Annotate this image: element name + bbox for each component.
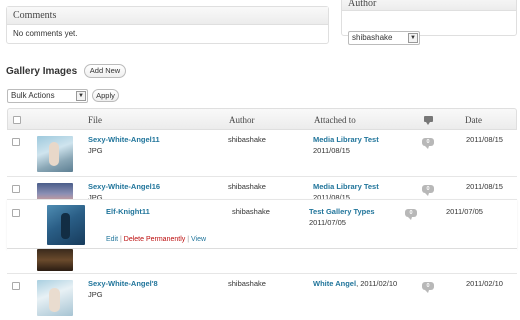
thumbnail-image[interactable] [47, 205, 85, 245]
add-new-button[interactable]: Add New [84, 64, 126, 78]
row-checkbox[interactable] [12, 185, 20, 193]
row-date: 2011/08/15 [466, 182, 503, 191]
row-date: 2011/02/10 [466, 279, 503, 288]
dragged-row[interactable]: Elf-Knight11 Edit | Delete Permanently |… [7, 199, 517, 249]
row-actions: Edit | Delete Permanently | View [106, 236, 207, 243]
column-attached-to[interactable]: Attached to [314, 109, 356, 131]
thumbnail-image[interactable] [37, 280, 73, 316]
row-date: 2011/08/15 [466, 135, 503, 144]
row-author: shibashake [228, 135, 266, 144]
comment-count-badge[interactable]: 0 [422, 185, 434, 196]
table-row: Sexy-White-Angel11 JPG shibashake Media … [0, 130, 520, 176]
comments-empty-text: No comments yet. [13, 29, 78, 38]
row-file-type: JPG [88, 290, 103, 299]
row-attached-date: 2011/02/10 [360, 279, 398, 288]
row-author: shibashake [228, 182, 266, 191]
row-title-link[interactable]: Sexy-White-Angel11 [88, 135, 160, 144]
row-title-link[interactable]: Elf-Knight11 [106, 207, 150, 216]
edit-link[interactable]: Edit [106, 236, 118, 243]
bulk-actions-select[interactable]: Bulk Actions ▼ [7, 89, 88, 103]
author-select-value: shibashake [352, 33, 393, 42]
comments-panel-title: Comments [7, 7, 328, 25]
row-attached-date: 2011/07/05 [309, 218, 346, 227]
row-attached-cell: White Angel, 2011/02/10 [313, 279, 398, 288]
column-file[interactable]: File [88, 109, 102, 131]
author-panel: Author shibashake ▼ [341, 0, 517, 45]
row-attached-link[interactable]: Media Library Test [313, 135, 379, 144]
speech-bubble-tail [426, 122, 430, 125]
row-author: shibashake [232, 207, 270, 216]
row-checkbox[interactable] [12, 282, 20, 290]
comment-count-badge[interactable]: 0 [405, 209, 417, 220]
view-link[interactable]: View [191, 236, 206, 243]
row-attached-date: 2011/08/15 [313, 146, 350, 155]
row-date: 2011/07/05 [446, 207, 483, 216]
row-file-type: JPG [88, 146, 103, 155]
chevron-down-icon: ▼ [408, 33, 418, 43]
comment-count-badge[interactable]: 0 [422, 282, 434, 293]
table-row: Sexy-White-Angel'8 JPG shibashake White … [0, 274, 520, 320]
select-all-checkbox[interactable] [13, 116, 21, 124]
row-author: shibashake [228, 279, 266, 288]
gallery-title: Gallery Images [6, 66, 78, 77]
thumbnail-image[interactable] [37, 136, 73, 172]
row-title-link[interactable]: Sexy-White-Angel'8 [88, 279, 158, 288]
bulk-actions-value: Bulk Actions [11, 91, 55, 100]
row-title-link[interactable]: Sexy-White-Angel16 [88, 182, 160, 191]
author-panel-title: Author [342, 0, 516, 11]
row-attached-link[interactable]: Media Library Test [313, 182, 379, 191]
row-attached-link[interactable]: White Angel [313, 279, 356, 288]
author-select[interactable]: shibashake ▼ [348, 31, 420, 45]
row-attached-link[interactable]: Test Gallery Types [309, 207, 375, 216]
comments-panel: Comments No comments yet. [6, 6, 329, 44]
comment-count-badge[interactable]: 0 [422, 138, 434, 149]
row-checkbox[interactable] [12, 138, 20, 146]
chevron-down-icon: ▼ [76, 91, 86, 101]
delete-permanently-link[interactable]: Delete Permanently [124, 236, 185, 243]
column-author[interactable]: Author [229, 109, 255, 131]
drop-placeholder [7, 249, 517, 273]
thumbnail-image [37, 249, 73, 271]
table-row: Sexy-White-Angel16 JPG shibashake Media … [0, 177, 520, 202]
row-checkbox[interactable] [12, 209, 20, 217]
column-date[interactable]: Date [465, 109, 482, 131]
table-header: File Author Attached to Date [7, 108, 517, 130]
apply-button[interactable]: Apply [92, 89, 119, 102]
